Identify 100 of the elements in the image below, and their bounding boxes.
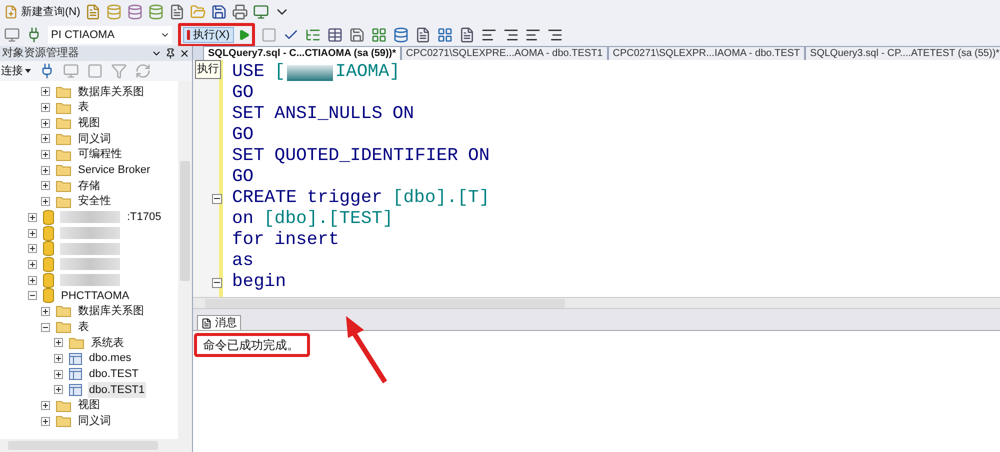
expand-icon[interactable]: [41, 416, 50, 426]
tree-item[interactable]: 表: [77, 99, 90, 116]
close-icon[interactable]: [179, 48, 190, 59]
database-icon: [43, 288, 54, 304]
database-icon: [43, 241, 54, 256]
code-token: GO: [232, 166, 254, 189]
expand-icon[interactable]: [41, 197, 50, 206]
editor-tab[interactable]: SQLQuery3.sql - CP....ATETEST (sa (55))*: [805, 46, 1000, 60]
tree-item[interactable]: dbo.TEST: [88, 366, 140, 382]
code-token: GO: [232, 124, 254, 147]
folder-icon: [56, 132, 71, 145]
expand-icon[interactable]: [41, 166, 50, 175]
indent-icon[interactable]: [524, 27, 541, 43]
fold-icon[interactable]: [212, 278, 222, 288]
expand-icon[interactable]: [28, 244, 37, 254]
table-icon: [69, 384, 82, 396]
tree-item[interactable]: 表: [77, 318, 90, 336]
expand-icon[interactable]: [41, 150, 50, 160]
expand-icon[interactable]: [41, 134, 50, 144]
expand-icon[interactable]: [28, 228, 37, 238]
folder-icon: [56, 196, 71, 208]
tree-item[interactable]: dbo.TEST1: [88, 382, 146, 398]
monitor-icon[interactable]: [4, 27, 20, 43]
vertical-scrollbar[interactable]: [178, 81, 192, 439]
save-icon[interactable]: [348, 27, 365, 43]
connect-button[interactable]: 连接: [1, 62, 31, 80]
expand-icon[interactable]: [28, 212, 37, 222]
execute-button[interactable]: 执行(X): [183, 27, 234, 43]
align-icon[interactable]: [502, 27, 519, 43]
folder-icon: [56, 415, 71, 428]
expand-icon[interactable]: [54, 370, 63, 379]
expand-icon[interactable]: [54, 385, 63, 394]
database-icon[interactable]: [392, 27, 409, 43]
expand-icon[interactable]: [41, 103, 50, 112]
tree-item[interactable]: 系统表: [90, 334, 125, 352]
tree-item[interactable]: dbo.mes: [88, 350, 132, 367]
blurred-text: [287, 64, 334, 80]
editor-tab[interactable]: CPC0271\SQLEXPRE...AOMA - dbo.TEST1: [401, 46, 608, 60]
editor-tab[interactable]: CPC0271\SQLEXPR...IAOMA - dbo.TEST: [608, 46, 806, 60]
expand-icon[interactable]: [28, 260, 37, 269]
folder-icon: [56, 305, 71, 318]
tree-item[interactable]: 存储: [77, 178, 101, 194]
new-query-button[interactable]: 新建查询(N): [4, 4, 80, 20]
table-icon[interactable]: [326, 27, 343, 43]
outdent-icon[interactable]: [546, 27, 563, 43]
messages-tab[interactable]: 消息: [197, 315, 241, 330]
tree-item[interactable]: 视图: [77, 397, 101, 414]
fold-icon[interactable]: [212, 194, 222, 204]
database-icon: [43, 210, 54, 225]
caret-icon: [25, 69, 31, 73]
collapse-icon[interactable]: [28, 291, 37, 300]
table-icon: [69, 368, 82, 380]
code-token: [dbo].[TEST]: [264, 208, 394, 231]
plan-icon[interactable]: [304, 27, 321, 43]
play-icon[interactable]: [238, 29, 250, 41]
file-icon[interactable]: [169, 4, 186, 20]
expand-icon[interactable]: [41, 118, 50, 128]
expand-icon[interactable]: [54, 338, 63, 348]
tree-item[interactable]: 同义词: [77, 130, 112, 148]
expand-icon[interactable]: [41, 401, 50, 410]
code-token: [dbo].[T]: [392, 187, 490, 210]
code-token: ON: [468, 145, 490, 168]
file-icon[interactable]: [85, 4, 102, 20]
tree-item[interactable]: PHCTTAOMA: [60, 288, 130, 304]
tree-item[interactable]: 同义词: [77, 413, 112, 430]
editor-tab[interactable]: SQLQuery7.sql - C...CTIAOMA (sa (59))*: [203, 46, 401, 60]
grid-icon[interactable]: [436, 27, 453, 43]
expand-icon[interactable]: [41, 306, 50, 316]
tree-item[interactable]: 视图: [77, 114, 101, 132]
collapse-icon[interactable]: [41, 322, 50, 332]
expand-icon[interactable]: [41, 181, 50, 190]
align-icon[interactable]: [480, 27, 497, 43]
tree-item[interactable]: 安全性: [77, 193, 112, 210]
horizontal-scrollbar[interactable]: [193, 297, 1000, 309]
tree-item[interactable]: 数据库关系图: [77, 303, 145, 320]
folder-icon: [56, 180, 71, 192]
tree-item[interactable]: 数据库关系图: [77, 84, 145, 100]
printer-icon[interactable]: [232, 4, 248, 20]
tree-item[interactable]: 可编程性: [77, 146, 123, 163]
expand-icon[interactable]: [54, 354, 63, 364]
code-token: QUOTED_IDENTIFIER: [274, 145, 458, 168]
code-token: insert: [274, 229, 340, 252]
pin-icon[interactable]: [165, 48, 176, 59]
database-icon[interactable]: [127, 4, 144, 20]
folder-icon: [56, 148, 71, 161]
code-token: as: [232, 250, 254, 273]
expand-icon[interactable]: [41, 87, 50, 96]
tree-item[interactable]: Service Broker: [77, 162, 152, 179]
save-icon[interactable]: [211, 4, 228, 20]
database-select[interactable]: PI CTIAOMA: [48, 26, 172, 44]
code-token: IAOMA]: [335, 61, 400, 84]
database-icon: [43, 272, 54, 288]
file-icon[interactable]: [414, 27, 431, 43]
tree-item[interactable]: :T1705: [126, 209, 162, 226]
horizontal-scrollbar[interactable]: [0, 439, 192, 452]
grid-icon[interactable]: [370, 27, 387, 43]
monitor-icon[interactable]: [253, 4, 270, 20]
database-icon[interactable]: [148, 4, 164, 20]
expand-icon[interactable]: [28, 276, 37, 285]
file-icon[interactable]: [458, 27, 475, 43]
